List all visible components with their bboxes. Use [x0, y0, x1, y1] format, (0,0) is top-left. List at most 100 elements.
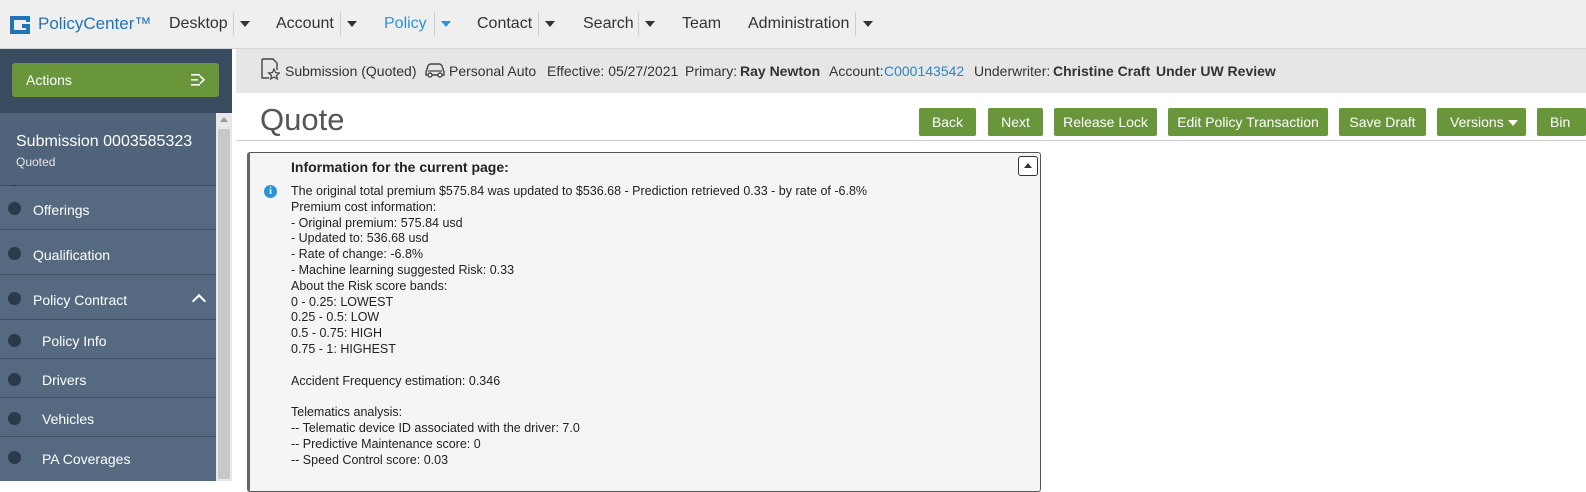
sidebar-item-label: Policy Contract [33, 292, 128, 308]
sidebar-item-qualification[interactable]: Qualification [0, 230, 216, 275]
nav-contact[interactable]: Contact [477, 15, 532, 33]
info-line: - Original premium: 575.84 usd [291, 215, 463, 230]
sidebar-item-label: Qualification [33, 247, 111, 263]
bind-button[interactable]: Bin [1537, 108, 1586, 136]
actions-button[interactable]: Actions [12, 63, 219, 97]
info-line [291, 389, 867, 405]
versions-button[interactable]: Versions [1437, 108, 1526, 136]
nav-search[interactable]: Search [583, 15, 634, 33]
chevron-up-icon[interactable] [191, 293, 207, 309]
nav-divider [855, 12, 856, 36]
sidebar-item-label: PA Coverages [42, 451, 131, 467]
sidebar-item-label: Offerings [33, 202, 90, 218]
sidebar-item-label: Drivers [42, 372, 87, 388]
info-line: -- Telematic device ID associated with t… [291, 420, 580, 435]
nav-divider [340, 12, 341, 36]
underwriter-label: Underwriter: [974, 63, 1051, 79]
scroll-up-arrow-icon[interactable] [220, 117, 228, 122]
nav-divider [638, 12, 639, 36]
step-dot-icon [8, 373, 21, 386]
info-line: - Rate of change: -6.8% [291, 247, 424, 262]
actions-area: Actions [0, 49, 232, 113]
info-panel: Information for the current page: i The … [247, 152, 1041, 492]
next-button[interactable]: Next [988, 108, 1043, 136]
nav-account-menu-caret-icon[interactable] [347, 21, 357, 27]
sidebar-item-drivers[interactable]: Drivers [0, 359, 216, 398]
nav-team[interactable]: Team [682, 15, 721, 33]
sidebar-item-label: Policy Info [42, 333, 107, 349]
primary-insured-name: Ray Newton [740, 63, 821, 79]
car-icon [425, 63, 445, 78]
sidebar-item-label: Vehicles [42, 411, 95, 427]
nav-policy[interactable]: Policy [384, 15, 427, 33]
step-dot-icon [8, 334, 21, 347]
account-label: Account: [829, 63, 884, 79]
info-line: 0.5 - 0.75: HIGH [291, 326, 383, 341]
nav-contact-menu-caret-icon[interactable] [545, 21, 555, 27]
nav-desktop[interactable]: Desktop [169, 15, 228, 33]
submission-status: Quoted [16, 155, 56, 169]
collapse-panel-button[interactable] [1018, 156, 1038, 176]
info-line: About the Risk score bands: [291, 278, 448, 293]
step-dot-icon [8, 412, 21, 425]
sidebar-item-policy-contract[interactable]: Policy Contract [0, 275, 216, 320]
primary-label: Primary: [685, 63, 738, 79]
nav-search-menu-caret-icon[interactable] [645, 21, 655, 27]
info-line: The original total premium $575.84 was u… [291, 184, 868, 198]
submission-status-text: Submission (Quoted) [285, 63, 417, 79]
sidebar-scrollbar[interactable] [216, 113, 232, 481]
info-line: 0 - 0.25: LOWEST [291, 294, 394, 309]
step-dot-icon [8, 202, 21, 215]
top-navigation-bar: PolicyCenter™ Desktop Account Policy Con… [0, 0, 1586, 49]
underwriter-name: Christine Craft [1053, 63, 1151, 79]
info-line: Premium cost information: [291, 199, 437, 214]
nav-divider [233, 12, 234, 36]
release-lock-button[interactable]: Release Lock [1054, 108, 1157, 136]
sidebar-item-offerings[interactable]: Offerings [0, 186, 216, 230]
save-draft-button[interactable]: Save Draft [1339, 108, 1426, 136]
info-line: - Updated to: 536.68 usd [291, 231, 429, 246]
nav-administration[interactable]: Administration [748, 15, 849, 33]
sidebar-item-pa-coverages[interactable]: PA Coverages [0, 437, 216, 481]
page-title: Quote [260, 102, 345, 137]
submission-document-icon [261, 58, 280, 80]
account-number-link[interactable]: C000143542 [884, 63, 964, 79]
submission-title[interactable]: Submission 0003585323 [16, 133, 192, 151]
policy-info-bar: Submission (Quoted) Personal Auto Effect… [236, 49, 1586, 93]
nav-policy-menu-caret-icon[interactable] [441, 21, 451, 27]
collapse-up-icon [1024, 163, 1032, 168]
info-panel-lines: The original total premium $575.84 was u… [291, 184, 867, 468]
actions-menu-icon [191, 74, 205, 86]
info-line: -- Predictive Maintenance score: 0 [291, 436, 481, 451]
info-line: Telematics analysis: [291, 405, 403, 420]
review-status: Under UW Review [1156, 63, 1276, 79]
versions-label: Versions [1450, 114, 1504, 130]
info-line: 0.25 - 0.5: LOW [291, 310, 380, 325]
sidebar-item-policy-info[interactable]: Policy Info [0, 320, 216, 359]
effective-date: Effective: 05/27/2021 [547, 63, 679, 79]
info-line: - Machine learning suggested Risk: 0.33 [291, 262, 515, 277]
step-dot-icon [8, 247, 21, 260]
nav-desktop-menu-caret-icon[interactable] [240, 21, 250, 27]
info-line: Accident Frequency estimation: 0.346 [291, 373, 501, 388]
sidebar-item-vehicles[interactable]: Vehicles [0, 398, 216, 437]
info-line: 0.75 - 1: HIGHEST [291, 341, 396, 356]
nav-account[interactable]: Account [276, 15, 334, 33]
nav-divider [434, 12, 435, 36]
nav-divider [538, 12, 539, 36]
nav-administration-menu-caret-icon[interactable] [863, 21, 873, 27]
info-icon: i [264, 185, 277, 198]
policycenter-logo-icon [10, 16, 30, 34]
info-line [291, 358, 867, 374]
back-button[interactable]: Back [919, 108, 976, 136]
step-dot-icon [8, 292, 21, 305]
app-name[interactable]: PolicyCenter™ [38, 14, 151, 34]
scrollbar-thumb[interactable] [218, 129, 230, 479]
title-divider [236, 140, 1586, 141]
submission-header: Submission 0003585323 Quoted [0, 113, 216, 186]
edit-policy-transaction-button[interactable]: Edit Policy Transaction [1168, 108, 1328, 136]
actions-label: Actions [26, 72, 72, 88]
step-dot-icon [8, 451, 21, 464]
chevron-down-icon [1508, 120, 1518, 126]
info-panel-heading: Information for the current page: [291, 159, 509, 175]
